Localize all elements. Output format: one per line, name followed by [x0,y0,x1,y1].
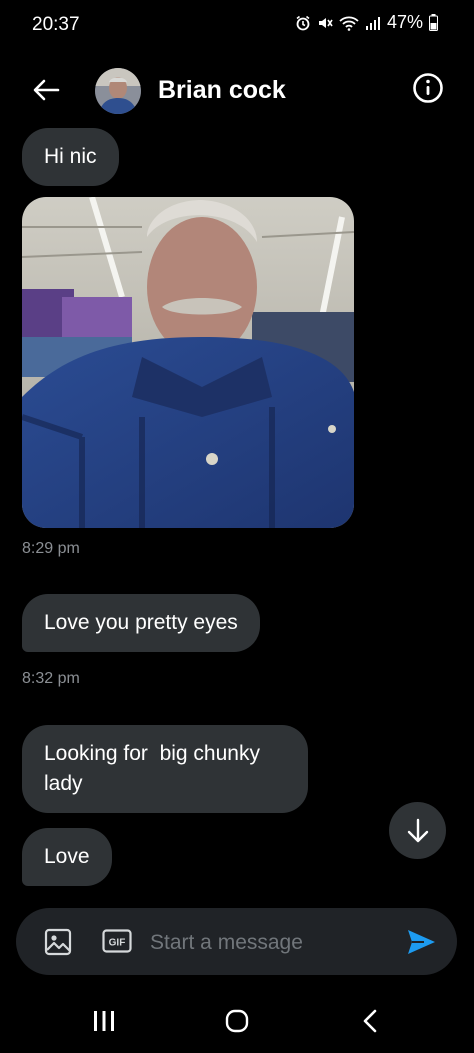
mute-icon [318,17,333,28]
gif-icon: GIF [102,929,132,953]
info-button[interactable] [412,72,444,104]
back-arrow-icon [33,79,60,101]
contact-name[interactable]: Brian cock [158,76,286,105]
signal-icon [365,16,380,30]
message-bubble[interactable]: Looking for big chunky lady [22,725,308,813]
recents-icon [94,1011,114,1031]
send-icon [408,930,435,954]
selfie-photo [22,197,354,528]
wifi-icon [339,16,359,31]
image-button[interactable] [44,928,72,956]
message-input[interactable] [148,922,392,964]
message-composer: GIF [16,908,457,975]
message-bubble[interactable]: Love [22,828,112,886]
home-icon [225,1009,249,1033]
status-time: 20:37 [32,14,80,35]
nav-back-button[interactable] [350,1006,390,1036]
avatar[interactable] [95,68,141,114]
message-bubble[interactable]: Hi nic [22,128,119,186]
info-icon [413,73,443,103]
status-icons: 47% [295,12,438,33]
message-image[interactable] [22,197,354,528]
arrow-down-icon [407,818,428,842]
message-text: Looking for big chunky lady [44,742,266,795]
message-bubble[interactable]: Love you pretty eyes [22,594,260,652]
message-timestamp: 8:29 pm [22,540,80,557]
system-nav-bar [0,990,474,1053]
battery-percent: 47% [386,12,423,32]
status-bar: 20:37 47% [0,0,474,52]
back-icon [363,1009,377,1033]
battery-icon [429,14,438,31]
gif-button[interactable]: GIF [102,929,132,953]
message-text: Love you pretty eyes [44,611,238,634]
gif-label: GIF [109,938,126,949]
home-button[interactable] [217,1006,257,1036]
back-button[interactable] [28,72,64,108]
conversation-header: Brian cock [0,58,474,122]
message-timestamp: 8:32 pm [22,670,80,687]
message-text: Hi nic [44,145,97,168]
scroll-to-bottom-button[interactable] [389,802,446,859]
message-text: Love [44,845,90,868]
recents-button[interactable] [84,1006,124,1036]
send-button[interactable] [405,926,437,958]
alarm-icon [296,15,310,30]
image-icon [44,928,72,956]
